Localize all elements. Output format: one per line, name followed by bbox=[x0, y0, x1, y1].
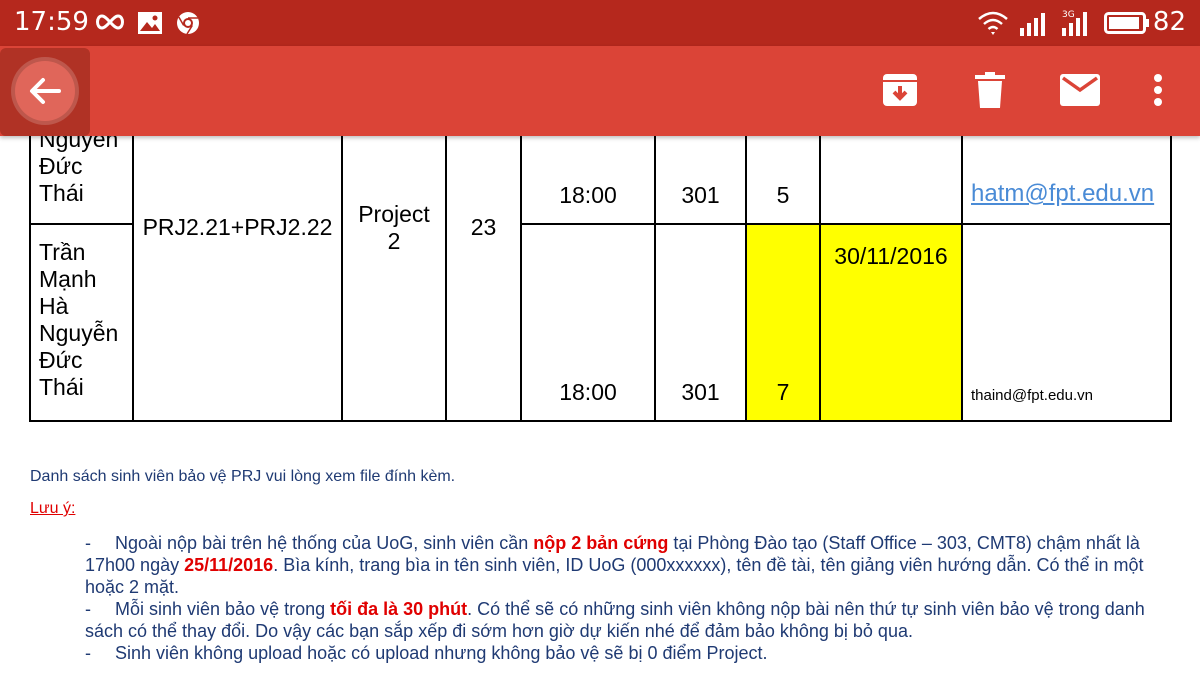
signal-icon bbox=[1018, 12, 1052, 40]
chrome-icon bbox=[176, 11, 200, 39]
email-body: Danh sách sinh viên bảo vệ PRJ vui lòng … bbox=[30, 468, 1180, 664]
delete-button[interactable] bbox=[968, 70, 1012, 114]
list-item: - Sinh viên không upload hoặc có upload n… bbox=[85, 643, 768, 663]
order-cell-highlighted: 7 bbox=[745, 223, 821, 422]
delete-icon bbox=[975, 71, 1005, 113]
student-name-line: Thái bbox=[39, 374, 84, 400]
room-value: 301 bbox=[681, 182, 720, 208]
back-arrow-icon bbox=[15, 61, 75, 121]
signal-3g-icon: 3G bbox=[1060, 8, 1094, 40]
student-name-line: Trần bbox=[39, 239, 86, 265]
email-link[interactable]: hatm@fpt.edu.vn bbox=[971, 180, 1154, 207]
student-name-line: Thái bbox=[39, 180, 84, 206]
note-title: Lưu ý: bbox=[30, 500, 76, 517]
email-cell: thaind@fpt.edu.vn bbox=[961, 223, 1172, 422]
time-value: 18:00 bbox=[559, 379, 617, 405]
list-item: - Mỗi sinh viên bảo vệ trong tối đa là 30… bbox=[85, 599, 1145, 641]
infinity-icon bbox=[94, 12, 126, 36]
student-name-line: Nguyễn bbox=[39, 320, 119, 346]
subject-name: Project bbox=[358, 201, 430, 227]
bullet-dash: - bbox=[85, 643, 91, 663]
room-cell: 301 bbox=[654, 223, 747, 422]
date-cell-highlighted: 30/11/2016 bbox=[819, 223, 963, 422]
more-options-button[interactable] bbox=[1136, 70, 1180, 114]
mail-button[interactable] bbox=[1058, 70, 1102, 114]
student-name-line: Mạnh bbox=[39, 266, 97, 292]
wifi-icon bbox=[977, 10, 1009, 40]
app-toolbar bbox=[0, 46, 1200, 136]
class-code: PRJ2.21+PRJ2.22 bbox=[142, 214, 333, 240]
archive-icon bbox=[881, 72, 919, 113]
archive-button[interactable] bbox=[878, 70, 922, 114]
subject-number: 2 bbox=[387, 228, 401, 254]
more-vert-icon bbox=[1153, 73, 1163, 112]
email-text[interactable]: thaind@fpt.edu.vn bbox=[971, 387, 1093, 404]
image-icon bbox=[137, 11, 163, 39]
bullet-dash: - bbox=[85, 533, 91, 553]
time-value: 18:00 bbox=[559, 182, 617, 208]
room-value: 301 bbox=[681, 379, 720, 405]
student-count: 23 bbox=[470, 214, 497, 240]
clock: 17:59 bbox=[14, 7, 89, 37]
list-item: - Ngoài nộp bài trên hệ thống của UoG, si… bbox=[85, 533, 1144, 597]
names-cell: Trần Mạnh Hà Nguyễn Đức Thái bbox=[29, 223, 134, 422]
notes-list: - Ngoài nộp bài trên hệ thống của UoG, si… bbox=[85, 532, 1180, 664]
student-name-line: Hà bbox=[39, 293, 69, 319]
bullet-dash: - bbox=[85, 599, 91, 619]
student-name-line: Đức bbox=[39, 153, 83, 179]
time-cell: 18:00 bbox=[520, 223, 656, 422]
status-bar: 17:59 3G 82 bbox=[0, 0, 1200, 46]
date-value: 30/11/2016 bbox=[834, 243, 948, 269]
mail-icon bbox=[1060, 73, 1100, 111]
order-value: 5 bbox=[776, 182, 790, 208]
student-name-line: Đức bbox=[39, 347, 83, 373]
order-value: 7 bbox=[776, 379, 790, 405]
network-type-label: 3G bbox=[1062, 10, 1075, 20]
battery-percent: 82 bbox=[1152, 7, 1186, 37]
intro-text: Danh sách sinh viên bảo vệ PRJ vui lòng … bbox=[30, 468, 456, 485]
back-button[interactable] bbox=[0, 48, 90, 136]
battery-icon bbox=[1104, 12, 1150, 38]
